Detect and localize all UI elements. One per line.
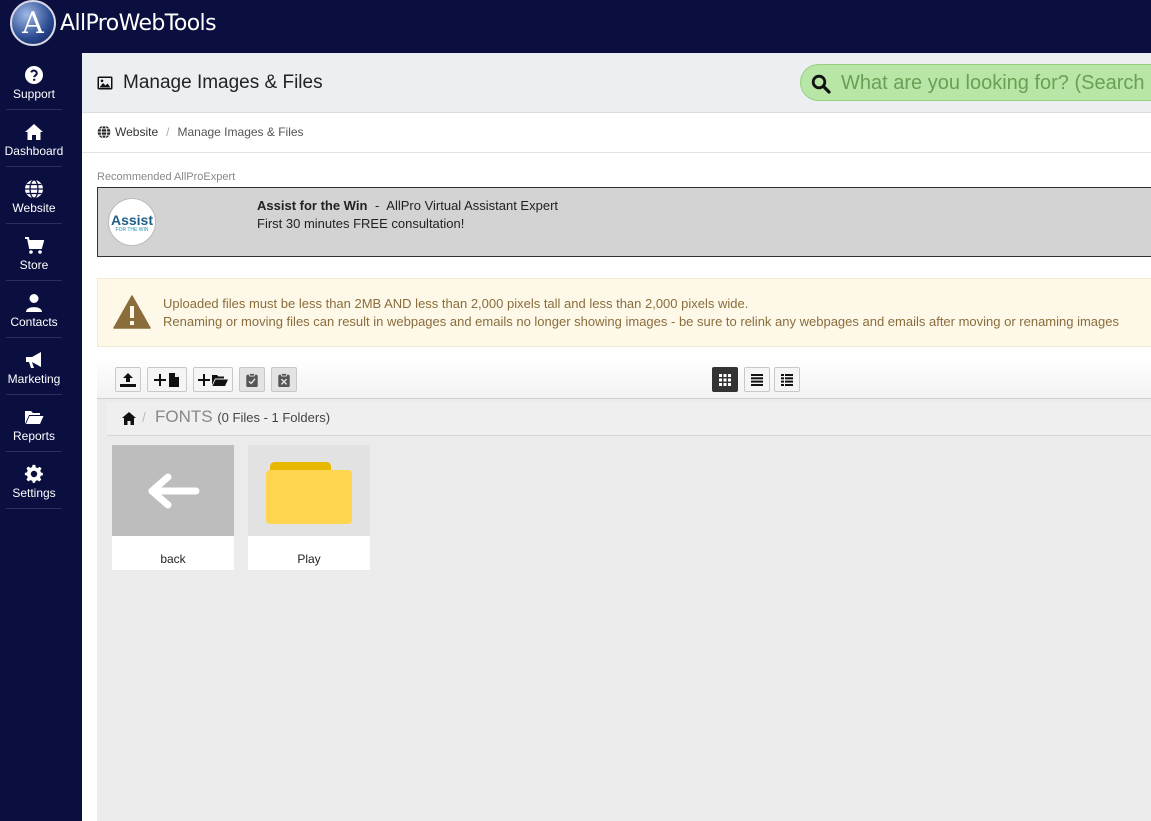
brand-logo[interactable]: A AllProWebTools <box>10 0 217 46</box>
grid-view-icon <box>719 373 731 386</box>
page-title: Manage Images & Files <box>123 72 323 93</box>
brand-name: AllProWebTools <box>60 10 217 36</box>
sidebar-item-label: Reports <box>12 429 56 443</box>
warning-icon <box>113 295 151 329</box>
grid-view-button[interactable] <box>712 367 738 392</box>
paste-button[interactable] <box>239 367 265 392</box>
sidebar: Support Dashboard Website Store Contacts… <box>0 53 82 821</box>
upload-button[interactable] <box>115 367 141 392</box>
expert-logo-text: Assist <box>110 212 154 228</box>
upload-icon <box>120 372 136 387</box>
warning-line-1: Uploaded files must be less than 2MB AND… <box>163 296 749 311</box>
search-icon[interactable] <box>811 74 831 94</box>
new-file-icon <box>154 372 179 387</box>
breadcrumb-website[interactable]: Website <box>115 125 158 139</box>
sidebar-item-dashboard[interactable]: Dashboard <box>5 110 63 167</box>
tile-name: Play <box>297 552 321 566</box>
logo-letter: A <box>22 6 44 41</box>
tile-name: back <box>160 552 186 566</box>
breadcrumb-current: Manage Images & Files <box>177 125 304 139</box>
folder-tile[interactable]: Play <box>248 445 370 570</box>
back-thumbnail <box>112 445 234 536</box>
folder-item-count: (0 Files - 1 Folders) <box>217 410 331 425</box>
megaphone-icon <box>26 352 41 368</box>
expert-offer: First 30 minutes FREE consultation! <box>257 216 465 231</box>
sidebar-item-label: Website <box>12 201 56 215</box>
list-view-icon <box>751 373 763 386</box>
top-bar: A AllProWebTools <box>0 0 1151 53</box>
sidebar-item-label: Marketing <box>7 372 61 386</box>
sidebar-item-label: Settings <box>12 486 56 500</box>
sidebar-item-reports[interactable]: Reports <box>6 395 62 452</box>
home-icon <box>25 124 43 140</box>
path-separator: / <box>142 409 146 425</box>
file-manager: / FONTS (0 Files - 1 Folders) back Play <box>97 358 1151 821</box>
search-box[interactable]: What are you looking for? (Search <box>800 64 1151 101</box>
new-folder-button[interactable] <box>193 367 233 392</box>
paste-icon <box>246 372 258 387</box>
folder-thumbnail <box>248 445 370 536</box>
sidebar-item-support[interactable]: Support <box>6 53 62 110</box>
current-folder-name: FONTS <box>155 407 213 426</box>
sidebar-item-website[interactable]: Website <box>6 167 62 224</box>
sidebar-item-marketing[interactable]: Marketing <box>6 338 62 395</box>
globe-icon <box>97 125 111 139</box>
expert-logo: Assist FOR THE WIN <box>108 198 156 246</box>
user-icon <box>26 294 42 312</box>
clear-clipboard-icon <box>278 372 290 387</box>
folder-open-icon <box>25 411 44 424</box>
breadcrumb: Website / Manage Images & Files <box>97 125 304 139</box>
expert-logo-subtext: FOR THE WIN <box>115 227 149 233</box>
globe-icon <box>25 179 43 199</box>
sidebar-item-settings[interactable]: Settings <box>6 452 62 509</box>
folder-icon <box>266 462 352 524</box>
folder-path-bar: / FONTS (0 Files - 1 Folders) <box>107 402 1151 436</box>
new-file-button[interactable] <box>147 367 187 392</box>
page-header: Manage Images & Files What are you looki… <box>82 53 1151 113</box>
shopping-cart-icon <box>25 237 44 254</box>
gear-icon <box>24 464 43 483</box>
new-folder-icon <box>198 373 228 386</box>
recommended-expert-card[interactable]: Assist FOR THE WIN Assist for the Win - … <box>97 187 1151 257</box>
warning-line-2: Renaming or moving files can result in w… <box>163 314 1120 329</box>
current-folder: FONTS (0 Files - 1 Folders) <box>155 407 330 427</box>
divider <box>82 152 1151 153</box>
breadcrumb-separator: / <box>166 125 170 139</box>
arrow-left-icon <box>148 473 200 509</box>
search-input[interactable]: What are you looking for? (Search <box>841 72 1145 95</box>
detail-view-button[interactable] <box>774 367 800 392</box>
logo-emblem: A <box>10 0 56 46</box>
clear-clipboard-button[interactable] <box>271 367 297 392</box>
sidebar-item-store[interactable]: Store <box>6 224 62 281</box>
expert-title: Assist for the Win - AllPro Virtual Assi… <box>257 198 558 213</box>
upload-warning: Uploaded files must be less than 2MB AND… <box>97 278 1151 347</box>
expert-name: Assist for the Win <box>257 198 368 213</box>
sidebar-item-contacts[interactable]: Contacts <box>6 281 62 338</box>
home-icon[interactable] <box>122 412 136 425</box>
file-toolbar <box>97 358 1151 399</box>
sidebar-item-label: Dashboard <box>4 144 64 158</box>
expert-separator: - <box>375 198 380 213</box>
detail-view-icon <box>781 373 793 386</box>
question-circle-icon <box>25 66 43 84</box>
sidebar-item-label: Contacts <box>10 315 58 329</box>
sidebar-item-label: Support <box>12 87 56 101</box>
list-view-button[interactable] <box>744 367 770 392</box>
back-tile[interactable]: back <box>112 445 234 570</box>
recommended-label: Recommended AllProExpert <box>97 171 236 183</box>
sidebar-item-label: Store <box>19 258 49 272</box>
expert-role: AllPro Virtual Assistant Expert <box>386 198 559 213</box>
image-icon <box>97 76 113 90</box>
main-content: Manage Images & Files What are you looki… <box>82 53 1151 821</box>
